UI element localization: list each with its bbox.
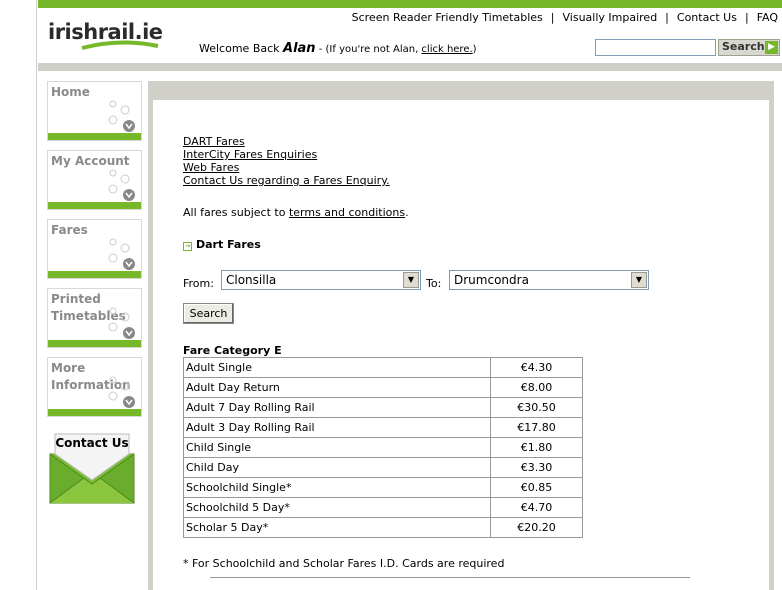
fare-type: Schoolchild 5 Day*: [183, 497, 491, 518]
arrow-right-icon: ▶: [765, 41, 778, 54]
nav-item-home[interactable]: Home: [47, 81, 142, 141]
logo-swoosh-icon: [81, 40, 159, 50]
content-header-bar: [148, 81, 774, 100]
nav-item-fares[interactable]: Fares: [47, 219, 142, 279]
table-row: Scholar 5 Day* €20.20: [183, 517, 583, 538]
link-web-fares[interactable]: Web Fares: [183, 161, 390, 174]
nav-accent: [48, 271, 141, 278]
fare-type: Schoolchild Single*: [183, 477, 491, 498]
from-station-value: Clonsilla: [226, 273, 277, 287]
fare-category-title: Fare Category E: [183, 344, 282, 357]
link-contact-us[interactable]: Contact Us: [677, 11, 737, 24]
fare-type: Adult 7 Day Rolling Rail: [183, 397, 491, 418]
table-row: Adult Single €4.30: [183, 357, 583, 378]
nav-accent: [48, 340, 141, 347]
bubbles-arrow-icon: [108, 307, 135, 339]
fare-price: €4.30: [490, 357, 583, 378]
user-name: Alan: [283, 41, 316, 56]
footnote: * For Schoolchild and Scholar Fares I.D.…: [183, 557, 505, 570]
site-search-button[interactable]: Search ▶: [718, 39, 780, 56]
nav-accent: [48, 409, 141, 416]
terms-notice: All fares subject to terms and condition…: [183, 206, 409, 219]
arrow-right-icon: →: [183, 242, 192, 251]
to-station-value: Drumcondra: [454, 273, 529, 287]
welcome-suffix: - (If you're not Alan,: [315, 44, 422, 55]
fare-price: €3.30: [490, 457, 583, 478]
top-accent-bar: [38, 0, 782, 8]
fares-links: DART Fares InterCity Fares Enquiries Web…: [183, 135, 390, 187]
fare-search-button[interactable]: Search: [183, 303, 234, 324]
table-row: Schoolchild 5 Day* €4.70: [183, 497, 583, 518]
fares-table: Adult Single €4.30 Adult Day Return €8.00 …: [183, 357, 583, 538]
site-search-input[interactable]: [595, 39, 716, 56]
nav-item-label: Fares: [51, 223, 88, 237]
chevron-down-icon[interactable]: ▼: [403, 272, 419, 288]
link-contact-fares[interactable]: Contact Us regarding a Fares Enquiry.: [183, 174, 390, 187]
bubbles-arrow-icon: [108, 238, 135, 270]
link-faq[interactable]: FAQ: [757, 11, 778, 24]
bubbles-arrow-icon: [108, 169, 135, 201]
fare-type: Scholar 5 Day*: [183, 517, 491, 538]
chevron-down-icon[interactable]: ▼: [631, 272, 647, 288]
welcome-prefix: Welcome Back: [199, 42, 284, 55]
not-user-link[interactable]: click here.: [421, 44, 472, 55]
nav-item-printed-timetables[interactable]: Printed Timetables: [47, 288, 142, 348]
fare-price: €8.00: [490, 377, 583, 398]
section-title: → Dart Fares: [183, 238, 261, 251]
separator: |: [744, 11, 749, 24]
table-row: Adult Day Return €8.00: [183, 377, 583, 398]
link-intercity-fares[interactable]: InterCity Fares Enquiries: [183, 148, 390, 161]
table-row: Adult 7 Day Rolling Rail €30.50: [183, 397, 583, 418]
link-screen-reader[interactable]: Screen Reader Friendly Timetables: [352, 11, 543, 24]
contact-us-envelope-button[interactable]: Contact Us: [49, 432, 135, 504]
to-station-select[interactable]: Drumcondra ▼: [449, 270, 649, 290]
nav-item-more-information[interactable]: More Information: [47, 357, 142, 417]
nav-accent: [48, 202, 141, 209]
separator: |: [665, 11, 669, 24]
separator: |: [550, 11, 555, 24]
welcome-suffix-close: ): [472, 44, 477, 55]
from-label: From:: [183, 277, 214, 290]
terms-prefix: All fares subject to: [183, 206, 289, 219]
bubbles-arrow-icon: [108, 100, 135, 132]
fare-price: €1.80: [490, 437, 583, 458]
fare-price: €4.70: [490, 497, 583, 518]
terms-suffix: .: [405, 206, 409, 219]
fare-type: Adult Single: [183, 357, 491, 378]
link-dart-fares[interactable]: DART Fares: [183, 135, 390, 148]
table-row: Child Day €3.30: [183, 457, 583, 478]
site-search-label: Search: [722, 40, 765, 53]
from-station-select[interactable]: Clonsilla ▼: [221, 270, 421, 290]
fare-price: €17.80: [490, 417, 583, 438]
bubbles-arrow-icon: [108, 376, 135, 408]
table-row: Child Single €1.80: [183, 437, 583, 458]
nav-accent: [48, 133, 141, 140]
nav-item-my-account[interactable]: My Account: [47, 150, 142, 210]
fare-price: €20.20: [490, 517, 583, 538]
divider: [210, 577, 690, 578]
top-links: Screen Reader Friendly Timetables | Visual…: [352, 11, 778, 24]
link-visually-impaired[interactable]: Visually Impaired: [563, 11, 658, 24]
welcome-message: Welcome Back Alan - (If you're not Alan,…: [199, 41, 477, 56]
terms-link[interactable]: terms and conditions: [289, 206, 405, 219]
table-row: Adult 3 Day Rolling Rail €17.80: [183, 417, 583, 438]
header-divider-bar: [38, 63, 782, 71]
table-row: Schoolchild Single* €0.85: [183, 477, 583, 498]
fare-price: €0.85: [490, 477, 583, 498]
fare-type: Adult 3 Day Rolling Rail: [183, 417, 491, 438]
left-divider: [36, 0, 37, 590]
nav-item-label: Home: [51, 85, 90, 99]
to-label: To:: [426, 277, 442, 290]
fare-type: Adult Day Return: [183, 377, 491, 398]
fare-type: Child Single: [183, 437, 491, 458]
fare-type: Child Day: [183, 457, 491, 478]
contact-us-label: Contact Us: [55, 436, 129, 450]
fare-price: €30.50: [490, 397, 583, 418]
section-title-text: Dart Fares: [196, 238, 261, 251]
